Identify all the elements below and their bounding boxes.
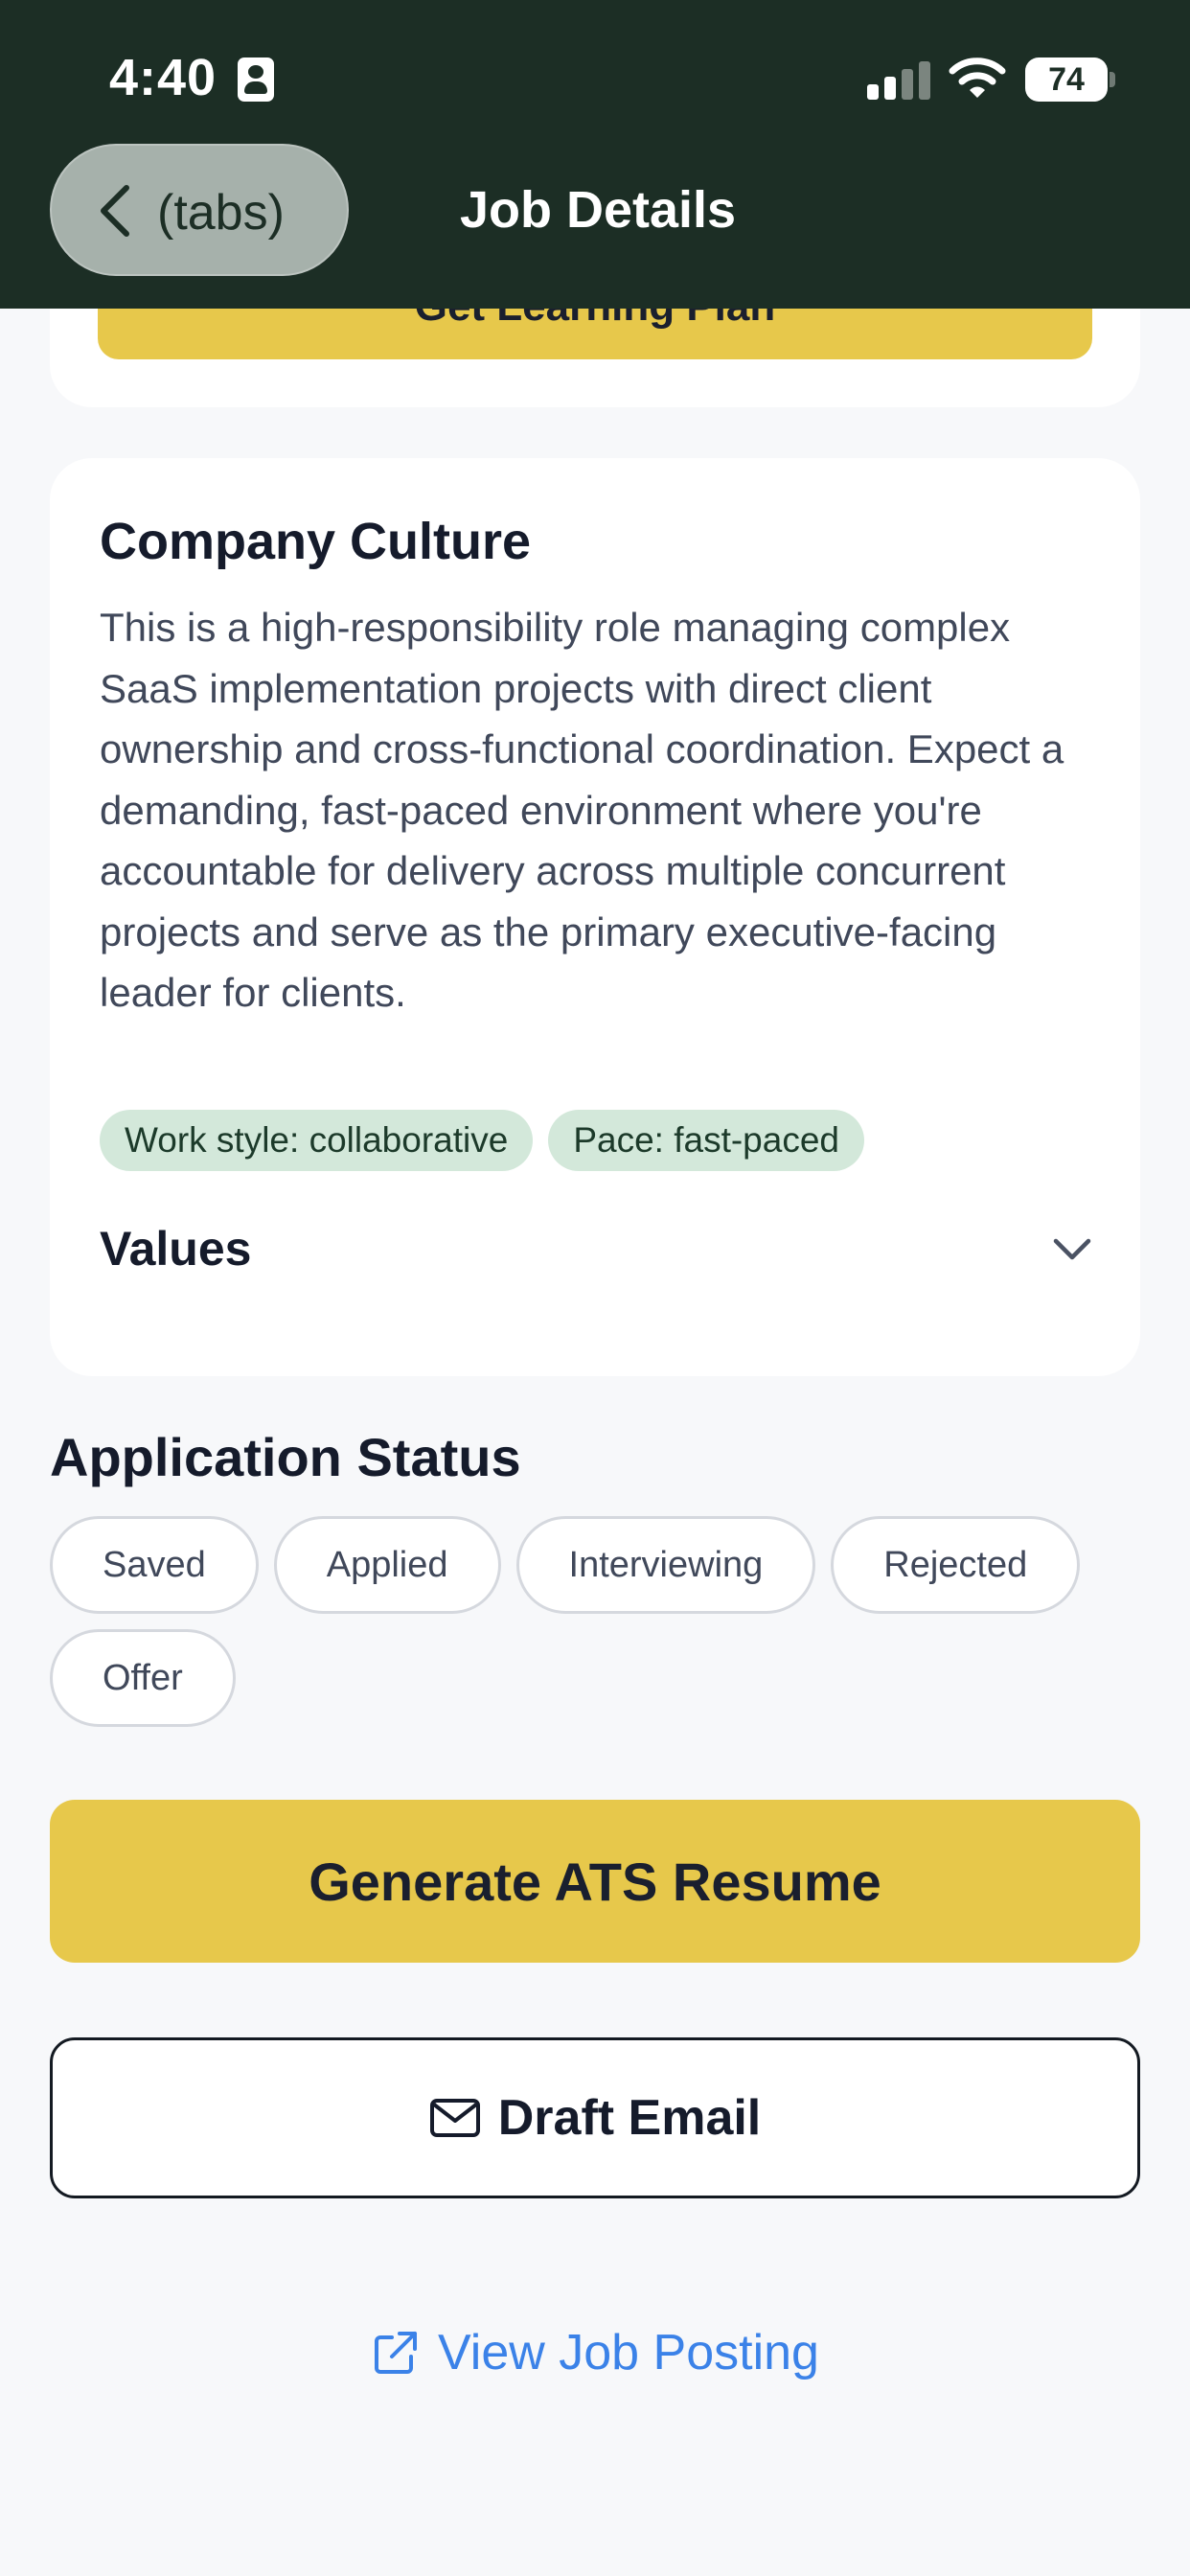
mail-icon (429, 2099, 480, 2137)
status-chip-rejected[interactable]: Rejected (831, 1516, 1081, 1614)
battery-level: 74 (1048, 60, 1085, 98)
generate-ats-resume-button[interactable]: Generate ATS Resume (50, 1800, 1140, 1963)
culture-tag: Work style: collaborative (100, 1110, 534, 1171)
values-accordion[interactable]: Values (100, 1215, 1096, 1282)
culture-tag: Pace: fast-paced (548, 1110, 864, 1171)
chevron-down-icon (1053, 1238, 1091, 1260)
status-chip-applied[interactable]: Applied (273, 1516, 501, 1614)
company-culture-title: Company Culture (100, 513, 532, 570)
application-status-heading: Application Status (50, 1427, 521, 1487)
draft-email-button[interactable]: Draft Email (50, 2037, 1140, 2198)
draft-email-label: Draft Email (497, 2090, 762, 2146)
application-status-options: Saved Applied Interviewing Rejected Offe… (50, 1516, 1152, 1727)
battery-cap (1110, 72, 1115, 87)
company-culture-description: This is a high-responsibility role manag… (100, 605, 1064, 1015)
view-job-posting-link[interactable]: View Job Posting (0, 2314, 1190, 2391)
status-chip-interviewing[interactable]: Interviewing (515, 1516, 816, 1614)
view-job-posting-label: View Job Posting (438, 2325, 819, 2380)
status-chip-offer[interactable]: Offer (50, 1629, 236, 1727)
wifi-icon (949, 58, 1006, 98)
battery-indicator: 74 (1025, 58, 1108, 102)
external-link-icon (375, 2332, 418, 2374)
back-button-label: (tabs) (157, 185, 285, 241)
company-culture-card: Company Culture This is a high-responsib… (50, 458, 1140, 1376)
back-button[interactable]: (tabs) (50, 144, 349, 276)
header: 4:40 74 (tabs) Job Details (0, 0, 1190, 309)
status-time: 4:40 (109, 49, 217, 106)
culture-tags: Work style: collaborative Pace: fast-pac… (100, 1110, 864, 1171)
status-chip-saved[interactable]: Saved (50, 1516, 259, 1614)
page-title: Job Details (460, 181, 737, 239)
job-details-screen: Get Learning Plan 4:40 74 (tabs) Job Det… (0, 0, 1190, 2576)
cellular-signal-icon (867, 59, 930, 100)
chevron-left-icon (101, 185, 129, 237)
contact-card-icon (238, 58, 274, 102)
values-label: Values (100, 1222, 252, 1276)
